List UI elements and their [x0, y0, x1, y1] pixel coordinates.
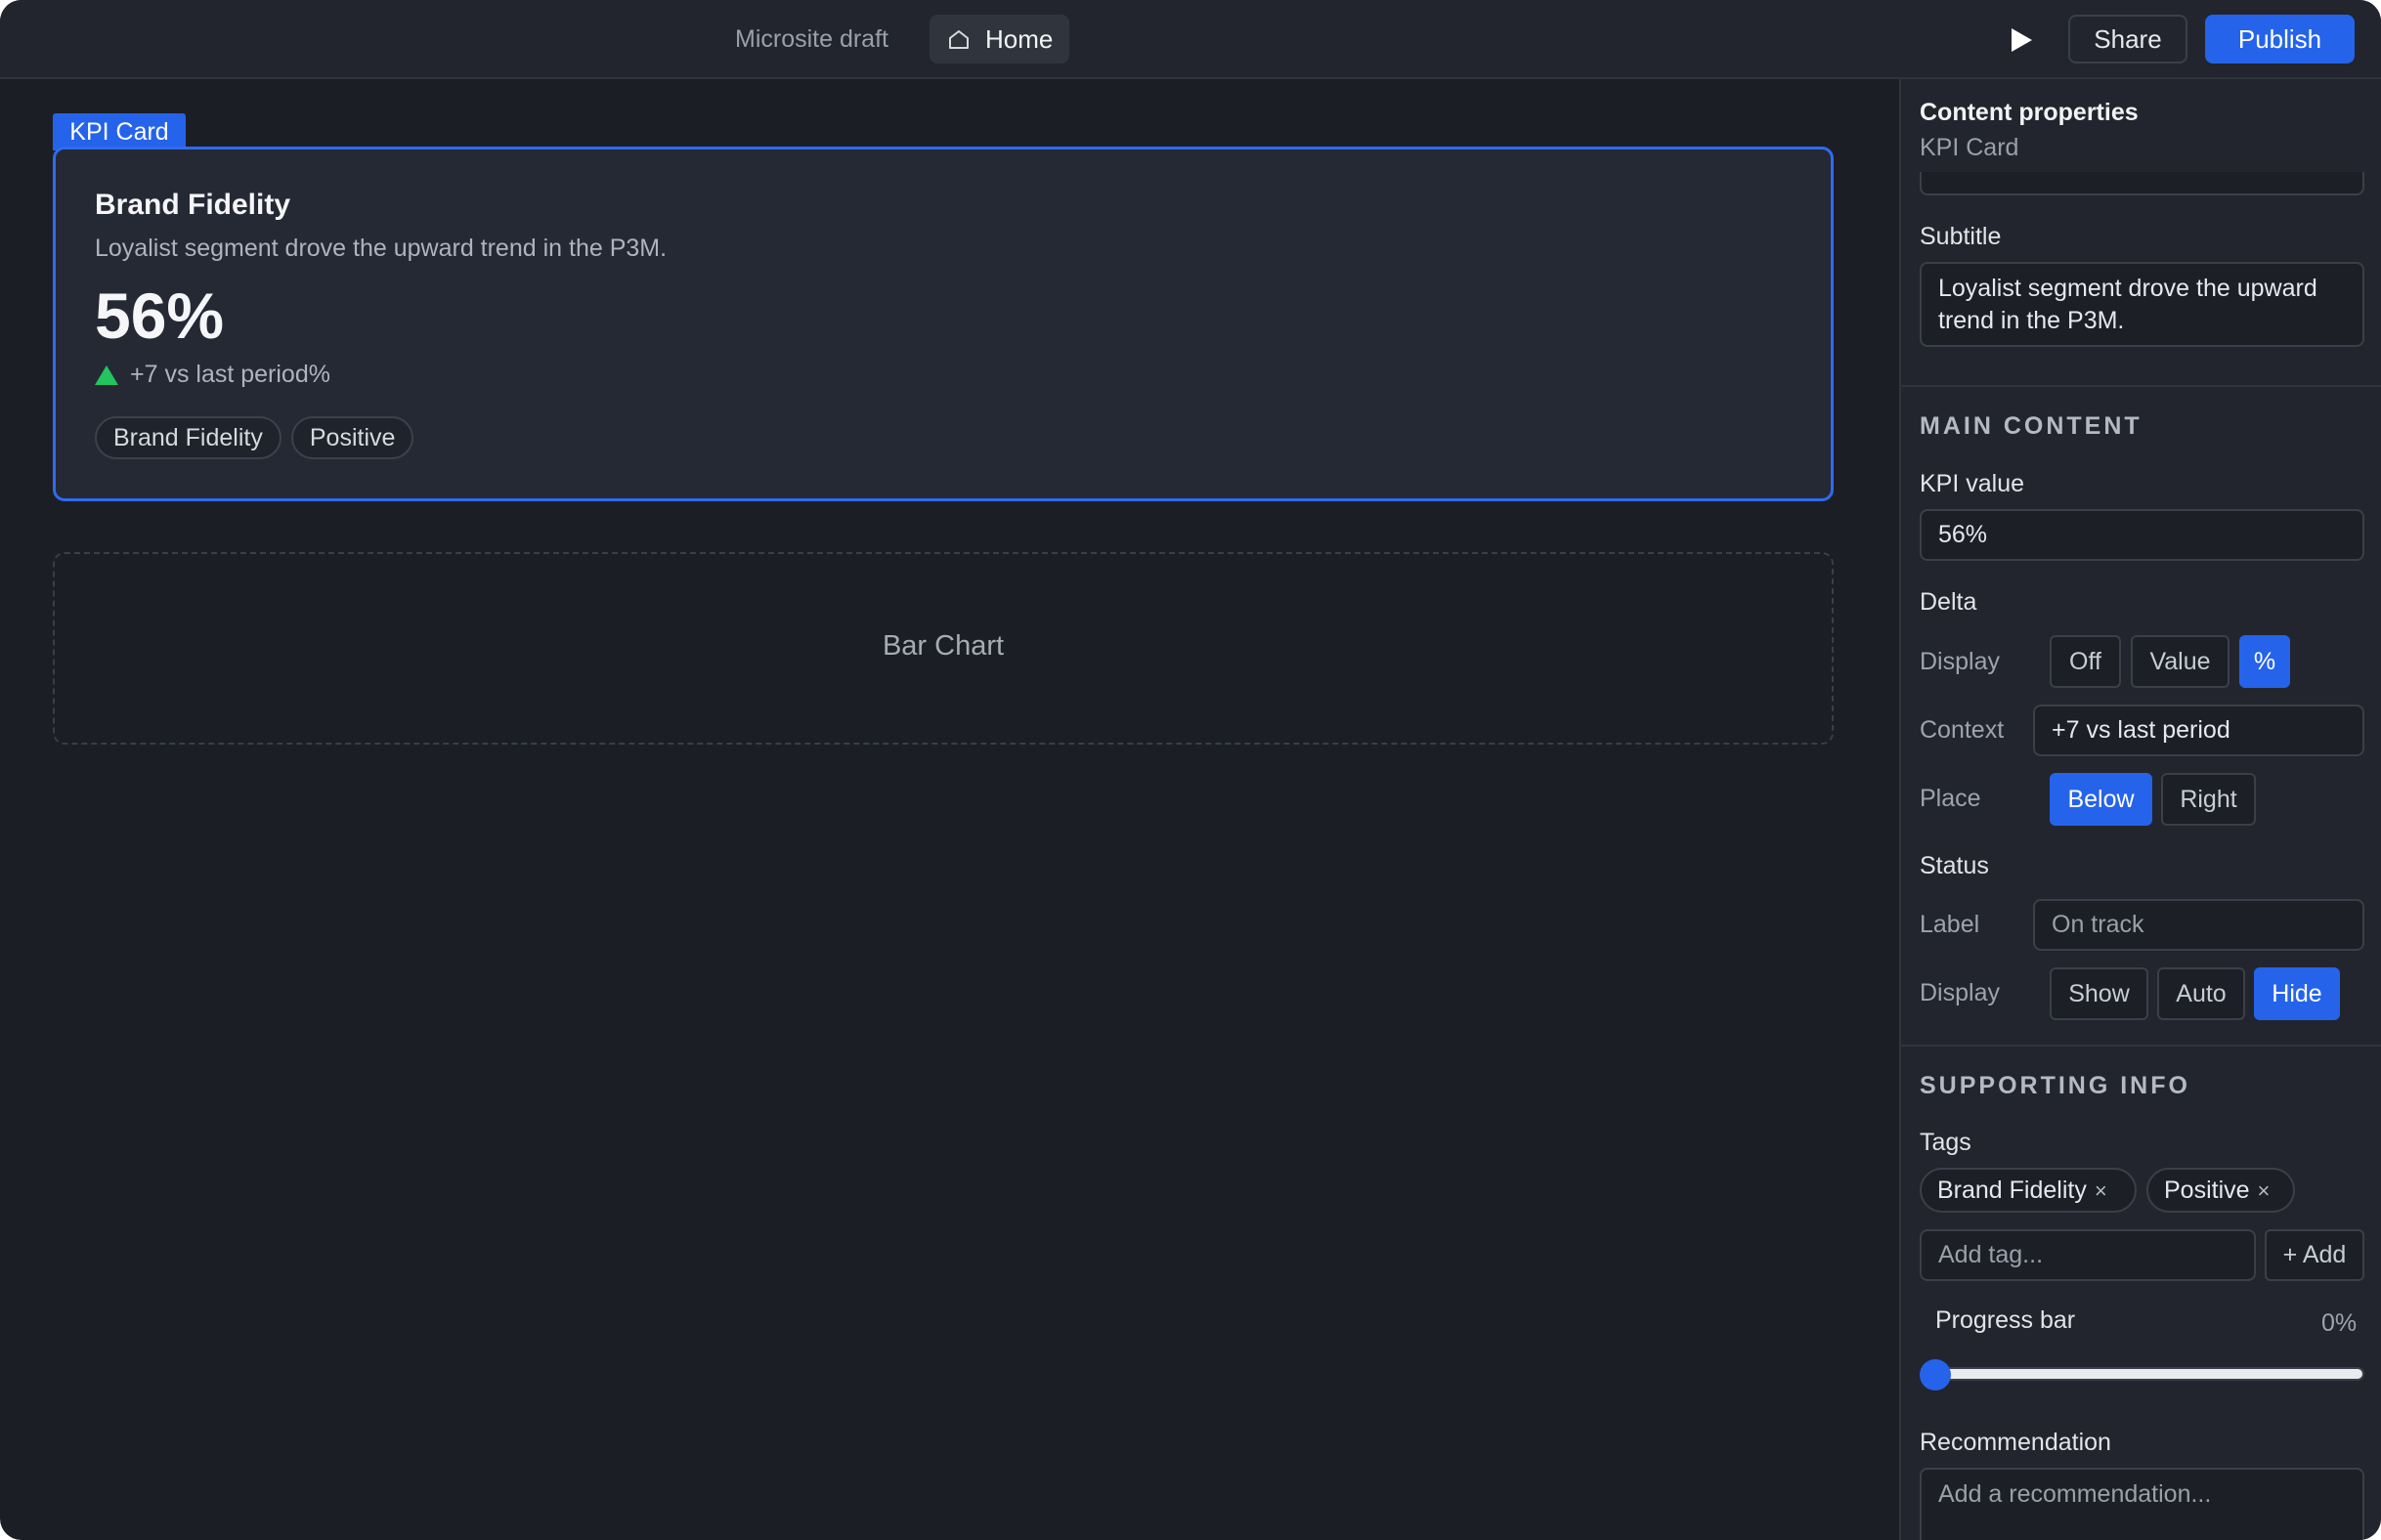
add-tag-input[interactable]: Add tag... [1920, 1229, 2256, 1281]
delta-display-off[interactable]: Off [2050, 635, 2121, 688]
play-icon[interactable] [2008, 25, 2035, 55]
delta-context-label: Context [1920, 716, 2005, 744]
tag-chip-label: Brand Fidelity [1937, 1176, 2087, 1204]
status-label-label: Label [1920, 911, 1980, 938]
close-icon[interactable]: × [2095, 1178, 2107, 1203]
tag-chip[interactable]: Brand Fidelity × [1920, 1168, 2137, 1213]
tag-chip-label: Positive [2164, 1176, 2250, 1204]
top-bar: Microsite draft Home Share Publish [0, 0, 2381, 79]
status-display-auto[interactable]: Auto [2157, 967, 2245, 1020]
add-tag-button[interactable]: + Add [2265, 1229, 2364, 1281]
delta-display-value[interactable]: Value [2131, 635, 2229, 688]
tags-label: Tags [1920, 1129, 1971, 1156]
close-icon[interactable]: × [2258, 1178, 2271, 1203]
progress-bar-label: Progress bar [1935, 1306, 2076, 1334]
kpi-card-tag: Positive [290, 416, 414, 459]
panel-subtitle: KPI Card [1920, 134, 2019, 161]
home-icon [949, 30, 969, 49]
divider [1901, 385, 2381, 387]
section-main-content: MAIN CONTENT [1920, 412, 2143, 440]
status-heading: Status [1920, 852, 1989, 879]
section-supporting-info: SUPPORTING INFO [1920, 1072, 2190, 1099]
status-label-field[interactable]: On track [2033, 899, 2364, 951]
kpi-value-label: KPI value [1920, 470, 2025, 497]
kpi-card[interactable]: Brand Fidelity Loyalist segment drove th… [53, 147, 1834, 501]
page-selector-label: Home [985, 24, 1054, 54]
progress-slider-track[interactable] [1920, 1367, 2364, 1381]
kpi-card-tag: Brand Fidelity [95, 416, 281, 459]
delta-place-label: Place [1920, 785, 1981, 812]
bar-chart-placeholder-label: Bar Chart [882, 630, 1005, 662]
app-window: Microsite draft Home Share Publish KPI C… [0, 0, 2381, 1540]
share-button[interactable]: Share [2068, 15, 2187, 64]
status-display-show[interactable]: Show [2050, 967, 2148, 1020]
properties-panel: Content properties KPI Card Subtitle Loy… [1899, 79, 2381, 1540]
kpi-card-subtitle: Loyalist segment drove the upward trend … [95, 235, 668, 262]
delta-display-label: Display [1920, 648, 2000, 675]
panel-title: Content properties [1920, 99, 2139, 126]
subtitle-label: Subtitle [1920, 223, 2002, 250]
delta-heading: Delta [1920, 588, 1977, 616]
recommendation-field[interactable]: Add a recommendation... [1920, 1468, 2364, 1540]
divider [1901, 1045, 2381, 1047]
title-field-partial[interactable] [1920, 172, 2364, 195]
kpi-value-field[interactable]: 56% [1920, 509, 2364, 561]
status-display-hide[interactable]: Hide [2254, 967, 2340, 1020]
recommendation-label: Recommendation [1920, 1429, 2111, 1456]
kpi-card-tags: Brand Fidelity Positive [95, 416, 414, 459]
draft-name[interactable]: Microsite draft [735, 21, 888, 57]
kpi-card-value: 56% [95, 279, 225, 352]
progress-bar-value: 0% [2321, 1309, 2358, 1337]
delta-place-right[interactable]: Right [2161, 773, 2256, 826]
bar-chart-placeholder[interactable]: Bar Chart [53, 552, 1834, 745]
delta-place-below[interactable]: Below [2050, 773, 2152, 826]
delta-display-percent[interactable]: % [2239, 635, 2290, 688]
delta-context-field[interactable]: +7 vs last period [2033, 705, 2364, 756]
kpi-card-title: Brand Fidelity [95, 189, 291, 221]
triangle-up-icon [95, 364, 118, 385]
publish-button[interactable]: Publish [2205, 15, 2355, 64]
tag-chip[interactable]: Positive × [2146, 1168, 2295, 1213]
subtitle-field[interactable]: Loyalist segment drove the upward trend … [1920, 262, 2364, 347]
selected-block-tag: KPI Card [53, 113, 186, 150]
kpi-card-delta-text: +7 vs last period% [130, 361, 330, 388]
kpi-card-delta: +7 vs last period% [95, 361, 330, 389]
status-display-label: Display [1920, 979, 2000, 1006]
page-selector[interactable]: Home [930, 15, 1069, 64]
progress-slider-thumb[interactable] [1920, 1359, 1951, 1390]
